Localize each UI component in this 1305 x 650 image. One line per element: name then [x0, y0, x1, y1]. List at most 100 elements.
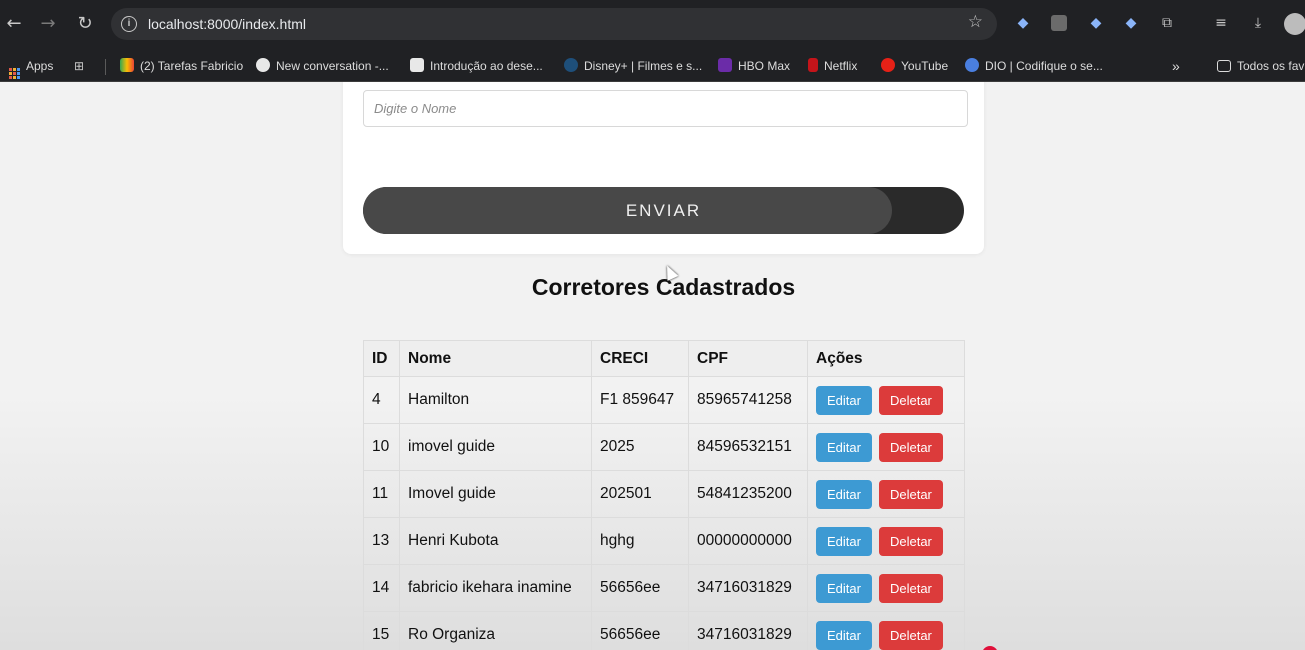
table-row: 4 Hamilton F1 859647 85965741258 Editar Delet…	[363, 376, 965, 424]
header-creci: CRECI	[591, 340, 689, 377]
bookmark-label: (2) Tarefas Fabricio	[140, 59, 244, 73]
header-acoes: Ações	[807, 340, 965, 377]
edit-button[interactable]: Editar	[816, 432, 872, 462]
cell-cpf: 34716031829	[688, 564, 808, 612]
submit-button-label: ENVIAR	[625, 200, 702, 220]
cell-nome: Ro Organiza	[399, 611, 592, 650]
cell-creci: 56656ee	[591, 611, 689, 650]
cell-nome: Hamilton	[399, 376, 592, 424]
back-arrow-icon[interactable]: ←	[2, 12, 26, 36]
header-cpf: CPF	[688, 340, 808, 377]
bookmark-star-icon[interactable]: ☆	[968, 12, 983, 32]
tag-extension-icon[interactable]: ◆	[1013, 13, 1033, 33]
cell-acoes: Editar Deletar	[807, 517, 965, 565]
drive-icon	[120, 58, 134, 72]
all-bookmarks-folder[interactable]: Todos os fav	[1217, 57, 1304, 75]
table-body: 4 Hamilton F1 859647 85965741258 Editar Delet…	[363, 376, 965, 650]
cell-cpf: 54841235200	[688, 470, 808, 518]
bookmark-label: New conversation -...	[276, 59, 389, 73]
bookmarks-overflow-button[interactable]: »	[1172, 57, 1180, 75]
page-content: ENVIAR Corretores Cadastrados ID Nome CR…	[0, 82, 1305, 650]
cell-creci: 56656ee	[591, 564, 689, 612]
edit-button[interactable]: Editar	[816, 479, 872, 509]
profile-avatar[interactable]	[1284, 13, 1305, 35]
cell-acoes: Editar Deletar	[807, 470, 965, 518]
bookmark-label: HBO Max	[738, 59, 791, 73]
bookmark-label: Todos os fav	[1237, 59, 1305, 73]
bookmark-youtube[interactable]: YouTube	[881, 57, 948, 75]
form-card: ENVIAR	[343, 82, 984, 254]
tab-groups-icon[interactable]: ⊞	[74, 57, 84, 75]
cell-creci: F1 859647	[591, 376, 689, 424]
disney-icon	[564, 58, 578, 72]
browser-toolbar: ← → ↻ i localhost:8000/index.html ☆ ◆ ◆ …	[0, 0, 1305, 48]
delete-button[interactable]: Deletar	[878, 385, 943, 415]
cell-id: 10	[363, 423, 400, 471]
cell-creci: 2025	[591, 423, 689, 471]
cell-nome: Henri Kubota	[399, 517, 592, 565]
bookmark-label: Introdução ao dese...	[430, 59, 543, 73]
apps-grid-icon	[9, 68, 20, 79]
cell-acoes: Editar Deletar	[807, 423, 965, 471]
edit-button[interactable]: Editar	[816, 385, 872, 415]
bookmark-dio[interactable]: DIO | Codifique o se...	[965, 57, 1103, 75]
dio-icon	[965, 58, 979, 72]
hbo-icon	[718, 58, 732, 72]
bookmark-label: DIO | Codifique o se...	[985, 59, 1103, 73]
bookmark-disney[interactable]: Disney+ | Filmes e s...	[564, 57, 702, 75]
tag-extension-icon-2[interactable]: ◆	[1086, 13, 1106, 33]
bookmark-apps[interactable]: Apps	[9, 57, 54, 79]
section-title: Corretores Cadastrados	[531, 274, 796, 300]
table-row: 14 fabricio ikehara inamine 56656ee 3471603…	[363, 564, 965, 612]
extensions-puzzle-icon[interactable]: ⧉	[1157, 13, 1177, 33]
cell-id: 4	[363, 376, 400, 424]
bookmark-netflix[interactable]: Netflix	[808, 57, 857, 75]
cell-nome: Imovel guide	[399, 470, 592, 518]
delete-button[interactable]: Deletar	[878, 526, 943, 556]
folder-icon	[1217, 60, 1231, 72]
cell-id: 11	[363, 470, 400, 518]
cell-id: 13	[363, 517, 400, 565]
bookmark-tarefas[interactable]: (2) Tarefas Fabricio	[120, 57, 243, 75]
header-id: ID	[363, 340, 400, 377]
cell-cpf: 34716031829	[688, 611, 808, 650]
bookmark-new-conversation[interactable]: New conversation -...	[256, 57, 389, 75]
reading-list-icon[interactable]: ≡	[1211, 13, 1231, 33]
youtube-icon	[881, 58, 895, 72]
submit-button[interactable]: ENVIAR	[363, 187, 964, 234]
cell-creci: 202501	[591, 470, 689, 518]
table-row: 11 Imovel guide 202501 54841235200 Editar Del…	[363, 470, 965, 518]
brokers-table-wrapper: ID Nome CRECI CPF Ações 4 Hamilton F1 8596…	[363, 340, 965, 650]
cell-id: 15	[363, 611, 400, 650]
edit-button[interactable]: Editar	[816, 573, 872, 603]
cell-nome: fabricio ikehara inamine	[399, 564, 592, 612]
edit-button[interactable]: Editar	[816, 620, 872, 650]
reload-icon[interactable]: ↻	[73, 12, 97, 36]
cell-cpf: 00000000000	[688, 517, 808, 565]
cell-nome: imovel guide	[399, 423, 592, 471]
header-nome: Nome	[399, 340, 592, 377]
bookmark-label: Apps	[26, 59, 54, 73]
delete-button[interactable]: Deletar	[878, 573, 943, 603]
bookmark-hbo[interactable]: HBO Max	[718, 57, 790, 75]
delete-button[interactable]: Deletar	[878, 432, 943, 462]
code-extension-icon[interactable]	[1051, 15, 1067, 31]
bookmarks-bar: Apps ⊞ (2) Tarefas Fabricio New conversa…	[0, 48, 1305, 82]
bookmark-divider	[105, 59, 106, 75]
bookmark-label: YouTube	[901, 59, 949, 73]
bookmark-introducao[interactable]: Introdução ao dese...	[410, 57, 543, 75]
url-text[interactable]: localhost:8000/index.html	[148, 16, 306, 32]
cell-acoes: Editar Deletar	[807, 376, 965, 424]
table-row: 10 imovel guide 2025 84596532151 Editar Delet…	[363, 423, 965, 471]
download-icon[interactable]: ⤓	[1248, 13, 1268, 33]
forward-arrow-icon[interactable]: →	[36, 12, 60, 36]
delete-button[interactable]: Deletar	[878, 620, 943, 650]
name-input[interactable]	[363, 90, 968, 127]
site-info-icon[interactable]: i	[121, 16, 137, 32]
table-header-row: ID Nome CRECI CPF Ações	[363, 340, 965, 377]
tag-extension-icon-3[interactable]: ◆	[1121, 13, 1141, 33]
address-bar[interactable]: i localhost:8000/index.html ☆	[111, 8, 997, 40]
delete-button[interactable]: Deletar	[878, 479, 943, 509]
edit-button[interactable]: Editar	[816, 526, 872, 556]
table-row: 15 Ro Organiza 56656ee 34716031829 Editar Del…	[363, 611, 965, 650]
